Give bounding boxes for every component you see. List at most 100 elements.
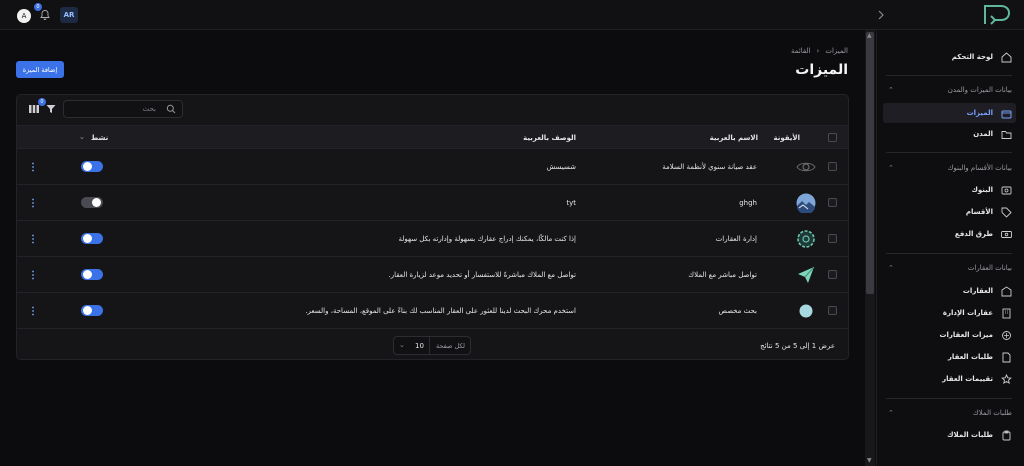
chevron-right-icon[interactable]: [877, 9, 885, 21]
sidebar-item-managed-properties[interactable]: عقارات الإدارة: [943, 303, 1012, 323]
table-row[interactable]: ghgh tyt: [17, 185, 848, 221]
row-description: شسيسش: [546, 163, 576, 171]
sidebar-divider: [886, 75, 1012, 76]
sidebar-item-property-ratings[interactable]: تقييمات العقار: [942, 369, 1012, 389]
sidebar-item-features[interactable]: الميزات: [883, 103, 1016, 123]
sidebar-item-properties[interactable]: العقارات: [963, 281, 1012, 301]
scrollbar-thumb[interactable]: [866, 32, 874, 294]
per-page-label: لكل صفحة: [435, 342, 465, 350]
bell-icon[interactable]: [39, 9, 51, 21]
sidebar-item-label: طرق الدفع: [954, 230, 993, 238]
row-name: تواصل مباشر مع الملاك: [688, 271, 757, 279]
sidebar-item-label: طلبات العقار: [947, 353, 993, 361]
row-menu-icon[interactable]: [31, 234, 35, 244]
sidebar-item-cities[interactable]: المدن: [973, 124, 1012, 144]
sidebar-item-departments[interactable]: الأقسام: [966, 202, 1012, 222]
user-avatar[interactable]: A: [17, 9, 31, 23]
breadcrumb-current[interactable]: القائمة: [791, 47, 811, 55]
sidebar-item-dashboard[interactable]: لوحة التحكم: [952, 47, 1012, 67]
box-icon: [1001, 110, 1012, 118]
sidebar-item-label: الميزات: [966, 109, 993, 117]
home-icon: [1001, 51, 1012, 62]
active-toggle[interactable]: [81, 305, 103, 316]
header-name[interactable]: الاسم بالعربية: [710, 134, 758, 142]
language-switch[interactable]: AR: [60, 7, 78, 23]
chevron-up-icon[interactable]: ⌃: [888, 264, 894, 272]
active-toggle[interactable]: [81, 197, 103, 208]
send-icon: [795, 264, 817, 286]
header-description[interactable]: الوصف بالعربية: [523, 134, 576, 142]
sidebar-section-properties[interactable]: بيانات العقارات: [968, 264, 1012, 272]
row-menu-icon[interactable]: [31, 198, 35, 208]
sidebar-item-label: المدن: [973, 130, 993, 138]
row-checkbox[interactable]: [828, 234, 837, 243]
scroll-up-icon[interactable]: ▲: [867, 32, 872, 39]
chevron-up-icon[interactable]: ⌃: [888, 86, 894, 94]
row-menu-icon[interactable]: [31, 306, 35, 316]
document-icon: [1002, 352, 1011, 362]
sidebar-item-label: ميزات العقارات: [939, 331, 993, 339]
building-icon: [1001, 285, 1012, 296]
sidebar-item-label: تقييمات العقار: [942, 375, 993, 383]
sidebar-item-banks[interactable]: البنوك: [971, 180, 1012, 200]
star-icon: [1001, 373, 1012, 384]
row-checkbox[interactable]: [828, 198, 837, 207]
table-row[interactable]: تواصل مباشر مع الملاك تواصل مع الملاك مب…: [17, 257, 848, 293]
sidebar-item-label: لوحة التحكم: [951, 53, 993, 61]
active-toggle[interactable]: [81, 233, 103, 244]
add-feature-button[interactable]: إضافة الميزة: [16, 61, 64, 78]
table-row[interactable]: بحث مخصص استخدم محرك البحث لدينا للعثور …: [17, 293, 848, 329]
section-label: بيانات الميزات والمدن: [947, 86, 1012, 94]
search-icon: [166, 104, 176, 114]
sidebar-item-label: طلبات الملاك: [947, 431, 993, 439]
sort-chevron-icon[interactable]: ⌄: [79, 133, 85, 141]
breadcrumb-separator-icon: ›: [816, 47, 820, 55]
sidebar-item-label: الأقسام: [965, 208, 993, 216]
sidebar-item-property-features[interactable]: ميزات العقارات: [939, 325, 1012, 345]
section-label: بيانات العقارات: [967, 264, 1012, 272]
chevron-up-icon[interactable]: ⌃: [888, 164, 894, 172]
row-checkbox[interactable]: [828, 306, 837, 315]
breadcrumb-parent[interactable]: الميزات: [825, 47, 848, 55]
circle-icon: [795, 300, 817, 322]
row-checkbox[interactable]: [828, 162, 837, 171]
sparkle-icon: [1002, 330, 1011, 340]
sidebar-item-label: عقارات الإدارة: [942, 309, 993, 317]
scroll-down-icon[interactable]: ▼: [867, 457, 872, 464]
row-menu-icon[interactable]: [31, 162, 35, 172]
sidebar-item-label: العقارات: [962, 287, 993, 295]
chevron-up-icon[interactable]: ⌃: [888, 409, 894, 417]
cash-icon: [1001, 230, 1012, 238]
row-name: إدارة العقارات: [715, 235, 757, 243]
row-checkbox[interactable]: [828, 270, 837, 279]
results-summary: عرض 1 إلى 5 من 5 نتائج: [760, 342, 835, 350]
header-active[interactable]: نشط: [91, 134, 108, 142]
filter-icon[interactable]: [46, 104, 56, 114]
sidebar-item-owner-requests[interactable]: طلبات الملاك: [947, 425, 1012, 445]
active-toggle[interactable]: [81, 269, 103, 280]
columns-icon[interactable]: [29, 105, 39, 113]
row-menu-icon[interactable]: [31, 270, 35, 280]
gear-badge-icon: [795, 228, 817, 250]
per-page-value: 10: [415, 342, 424, 350]
chevron-down-icon: ⌄: [399, 341, 405, 349]
active-toggle[interactable]: [81, 161, 103, 172]
per-page-divider: [429, 337, 430, 354]
search-input[interactable]: بحث: [63, 100, 183, 118]
table-row[interactable]: عقد صيانة سنوي لأنظمة السلامة شسيسش: [17, 149, 848, 185]
sidebar: [876, 30, 1024, 466]
sidebar-item-payment-methods[interactable]: طرق الدفع: [955, 224, 1012, 244]
sidebar-section-departments[interactable]: بيانات الأقسام والبنوك: [948, 164, 1012, 172]
sidebar-divider: [886, 152, 1012, 153]
per-page-select[interactable]: لكل صفحة 10 ⌄: [393, 336, 471, 355]
row-description: تواصل مع الملاك مباشرةً للاستفسار أو تحد…: [388, 271, 576, 279]
sidebar-item-property-requests[interactable]: طلبات العقار: [948, 347, 1012, 367]
sidebar-section-owner-requests[interactable]: طلبات الملاك: [973, 409, 1012, 417]
select-all-checkbox[interactable]: [828, 133, 837, 142]
sidebar-section-features[interactable]: بيانات الميزات والمدن: [948, 86, 1012, 94]
sidebar-divider: [886, 253, 1012, 254]
bank-icon: [1001, 186, 1012, 194]
tag-icon: [1001, 207, 1012, 218]
row-description: استخدم محرك البحث لدينا للعثور على العقا…: [305, 307, 576, 315]
table-row[interactable]: إدارة العقارات إذا كنت مالكًا، يمكنك إدر…: [17, 221, 848, 257]
